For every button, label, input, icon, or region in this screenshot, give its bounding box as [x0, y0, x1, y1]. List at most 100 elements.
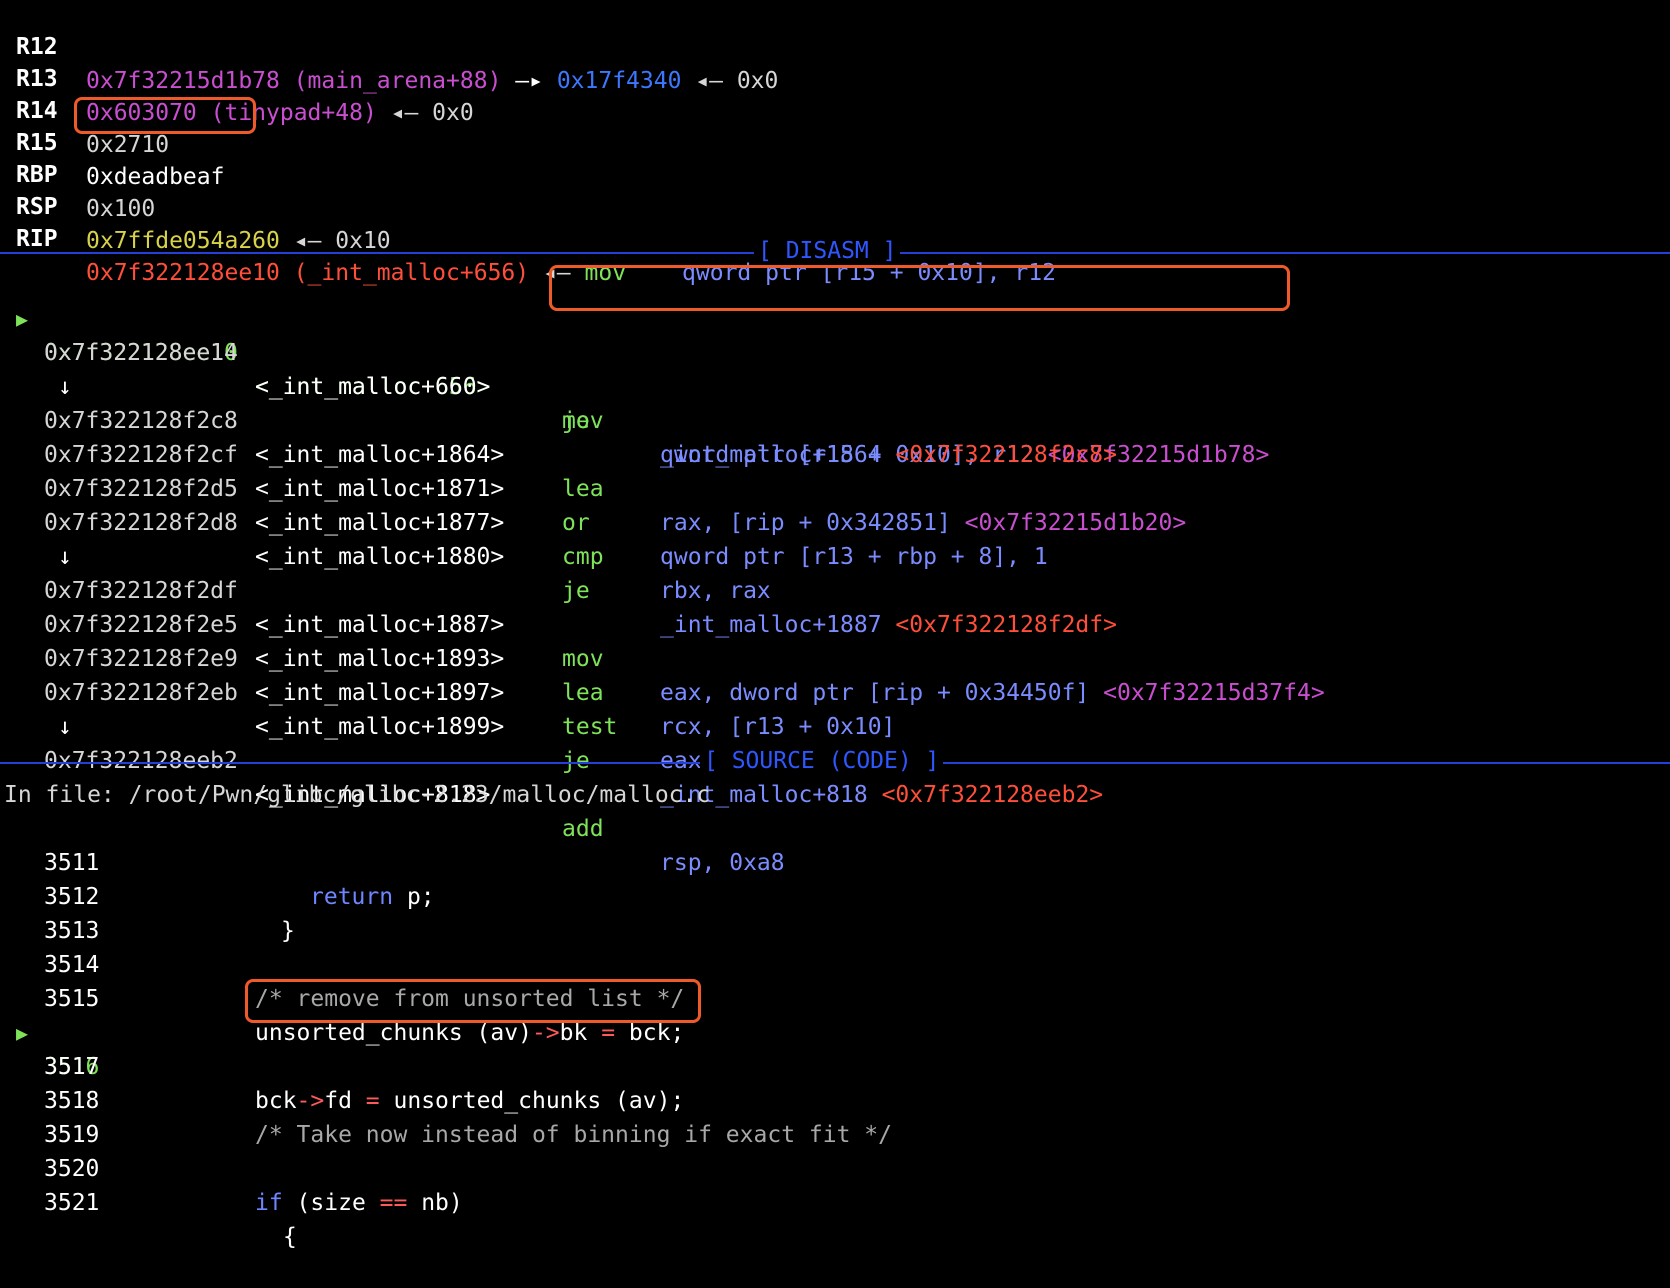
disasm-mnemonic: mov	[562, 646, 604, 672]
source-comment: /* Take now instead of binning if exact …	[255, 1122, 892, 1148]
disasm-operands: qword ptr [r13 + rbp + 8], 1	[660, 544, 1048, 570]
source-row: 3511 return p;	[0, 812, 435, 910]
disasm-row: ▶ 0x7f322128ee10 <_int_malloc+656> mov q…	[0, 268, 1269, 468]
source-title: [ SOURCE (CODE) ]	[700, 746, 944, 776]
source-row: 3514 /* remove from unsorted list */	[0, 914, 684, 1012]
disasm-row: 0x7f322128eeb2 <_int_malloc+818> add rsp…	[0, 710, 785, 876]
source-row: 3518 /* Take now instead of binning if e…	[0, 1050, 892, 1148]
disasm-mnemonic: lea	[562, 680, 604, 706]
disasm-row: 0x7f322128f2eb <_int_malloc+1899> je _in…	[0, 642, 1103, 808]
disasm-title: [ DISASM ]	[754, 236, 901, 266]
register-tail: ◂— 0x0	[681, 68, 779, 94]
jump-arrow-row: ↓	[0, 336, 72, 400]
register-value: 0xdeadbeaf	[86, 164, 225, 190]
highlight-box-r15	[74, 97, 256, 134]
disasm-operands: _int_malloc+1864	[660, 442, 882, 468]
highlight-box-current-instruction	[549, 265, 1290, 311]
disasm-symbol: <_int_malloc+1871>	[255, 476, 505, 502]
disasm-address: 0x7f322128f2df	[44, 578, 238, 604]
disasm-target: <0x7f322128eeb2>	[881, 782, 1104, 808]
register-row-r14: R14 0x2710	[0, 60, 169, 158]
pointer-target: 0x17f4340	[556, 68, 682, 94]
disasm-mnemonic: je	[562, 578, 590, 604]
disasm-row: 0x7f322128f2df <_int_malloc+1887> mov ea…	[0, 540, 1325, 706]
jump-arrow-row: ↓	[0, 676, 72, 740]
source-token: nb)	[407, 1190, 463, 1216]
disasm-operands: rax, [rip + 0x342851]	[660, 510, 951, 536]
register-value: 0x100	[86, 196, 156, 222]
disasm-mnemonic: lea	[562, 476, 604, 502]
source-row-current: ▶ 3516 bck->fd = unsorted_chunks (av);	[0, 982, 684, 1114]
disasm-row: 0x7f322128ee14 <_int_malloc+660> je _int…	[0, 302, 1117, 468]
register-row-rip: RIP 0x7f322128ee10 (_int_malloc+656) ◂— …	[0, 188, 1056, 286]
disasm-row: 0x7f322128f2d5 <_int_malloc+1877> cmp rb…	[0, 438, 771, 604]
keyword-if: if	[255, 1190, 283, 1216]
register-row-r12: R12 0x7f32215d1b78 (main_arena+88) —▸ 0x…	[0, 0, 778, 94]
jump-arrow-icon: ↓	[58, 544, 72, 570]
jump-arrow-row: ↓	[0, 506, 72, 570]
source-operator: =	[365, 1088, 380, 1114]
source-operator: =	[601, 1020, 616, 1046]
disasm-address: 0x7f322128f2cf	[44, 442, 238, 468]
register-row-r13: R13 0x603070 (tinypad+48) ◂— 0x0	[0, 28, 474, 126]
source-file-path: In file: /root/Pwn/glibc/glibc-2.23/mall…	[4, 782, 711, 808]
disasm-operands: rbx, rax	[660, 578, 771, 604]
disasm-row: 0x7f322128f2cf <_int_malloc+1871> or qwo…	[0, 404, 1048, 570]
disasm-symbol: <_int_malloc+1877>	[255, 510, 505, 536]
pointer-arrow: —▸	[501, 68, 557, 94]
disasm-address: 0x7f322128f2e5	[44, 612, 238, 638]
source-row: 3515 unsorted_chunks (av)->bk = bck;	[0, 948, 684, 1046]
disasm-mnemonic: cmp	[562, 544, 604, 570]
disasm-address: 0x7f322128eeb2	[44, 748, 238, 774]
disasm-mnemonic: add	[562, 816, 604, 842]
disasm-target: <0x7f32215d1b20>	[964, 510, 1187, 536]
source-line-number: 3521	[44, 1190, 100, 1216]
source-token: unsorted_chunks (av)	[255, 1020, 532, 1046]
source-token: bk	[559, 1020, 602, 1046]
register-row-rsp: RSP 0x7ffde054a260 ◂— 0x10	[0, 156, 391, 254]
disasm-mnemonic: test	[562, 714, 618, 740]
source-operator: ==	[379, 1190, 408, 1216]
source-token: bck;	[615, 1020, 685, 1046]
source-code: }	[281, 918, 295, 944]
jump-arrow-icon: ↓	[58, 714, 72, 740]
source-row: 3520 if (size == nb)	[0, 1118, 463, 1216]
disasm-symbol: <_int_malloc+1887>	[255, 612, 505, 638]
disasm-address: 0x7f322128f2e9	[44, 646, 238, 672]
source-operator: ->	[296, 1088, 325, 1114]
register-value: 0x7f322128ee10 (_int_malloc+656)	[86, 260, 530, 286]
disasm-operands: rcx, [r13 + 0x10]	[660, 714, 896, 740]
disasm-row: 0x7f322128f2e9 <_int_malloc+1897> test e…	[0, 608, 771, 774]
source-code: {	[283, 1224, 297, 1250]
source-row: 3512 }	[0, 846, 295, 944]
source-row: 3513	[0, 880, 99, 944]
disasm-target: <0x7f322128f2df>	[895, 612, 1117, 638]
disasm-mnemonic: or	[562, 510, 590, 536]
source-token: unsorted_chunks (av);	[379, 1088, 685, 1114]
register-row-r15: R15 0xdeadbeaf	[0, 92, 224, 190]
register-value: 0x7f32215d1b78 (main_arena+88)	[86, 68, 502, 94]
disasm-symbol: <_int_malloc+660>	[255, 374, 491, 400]
disasm-symbol: <_int_malloc+1864>	[255, 442, 505, 468]
disasm-symbol: <_int_malloc+1880>	[255, 544, 505, 570]
source-token: bck	[255, 1088, 297, 1114]
source-row: 3519	[0, 1084, 99, 1148]
highlight-box-current-source-line	[245, 979, 701, 1023]
disasm-target: <0x7f32215d37f4>	[1103, 680, 1325, 706]
disasm-address: 0x7f322128f2eb	[44, 680, 238, 706]
disasm-operands: eax, dword ptr [rip + 0x34450f]	[660, 680, 1090, 706]
register-value: 0x7ffde054a260	[86, 228, 280, 254]
keyword-return: return	[310, 884, 394, 910]
disasm-mnemonic: je	[562, 408, 590, 434]
disasm-operands: rsp, 0xa8	[660, 850, 785, 876]
disasm-operands: _int_malloc+1887	[660, 612, 882, 638]
disasm-row: 0x7f322128f2e5 <_int_malloc+1893> lea rc…	[0, 574, 895, 740]
disasm-address: 0x7f322128ee14	[44, 340, 238, 366]
source-token: fd	[324, 1088, 366, 1114]
return-value: p;	[393, 884, 435, 910]
disasm-row: 0x7f322128f2d8 <_int_malloc+1880> je _in…	[0, 472, 1117, 638]
register-name: RIP	[16, 226, 58, 252]
register-tail: ◂— 0x0	[376, 100, 474, 126]
disasm-address: 0x7f322128f2d8	[44, 510, 238, 536]
disasm-address: 0x7f322128f2c8	[44, 408, 238, 434]
